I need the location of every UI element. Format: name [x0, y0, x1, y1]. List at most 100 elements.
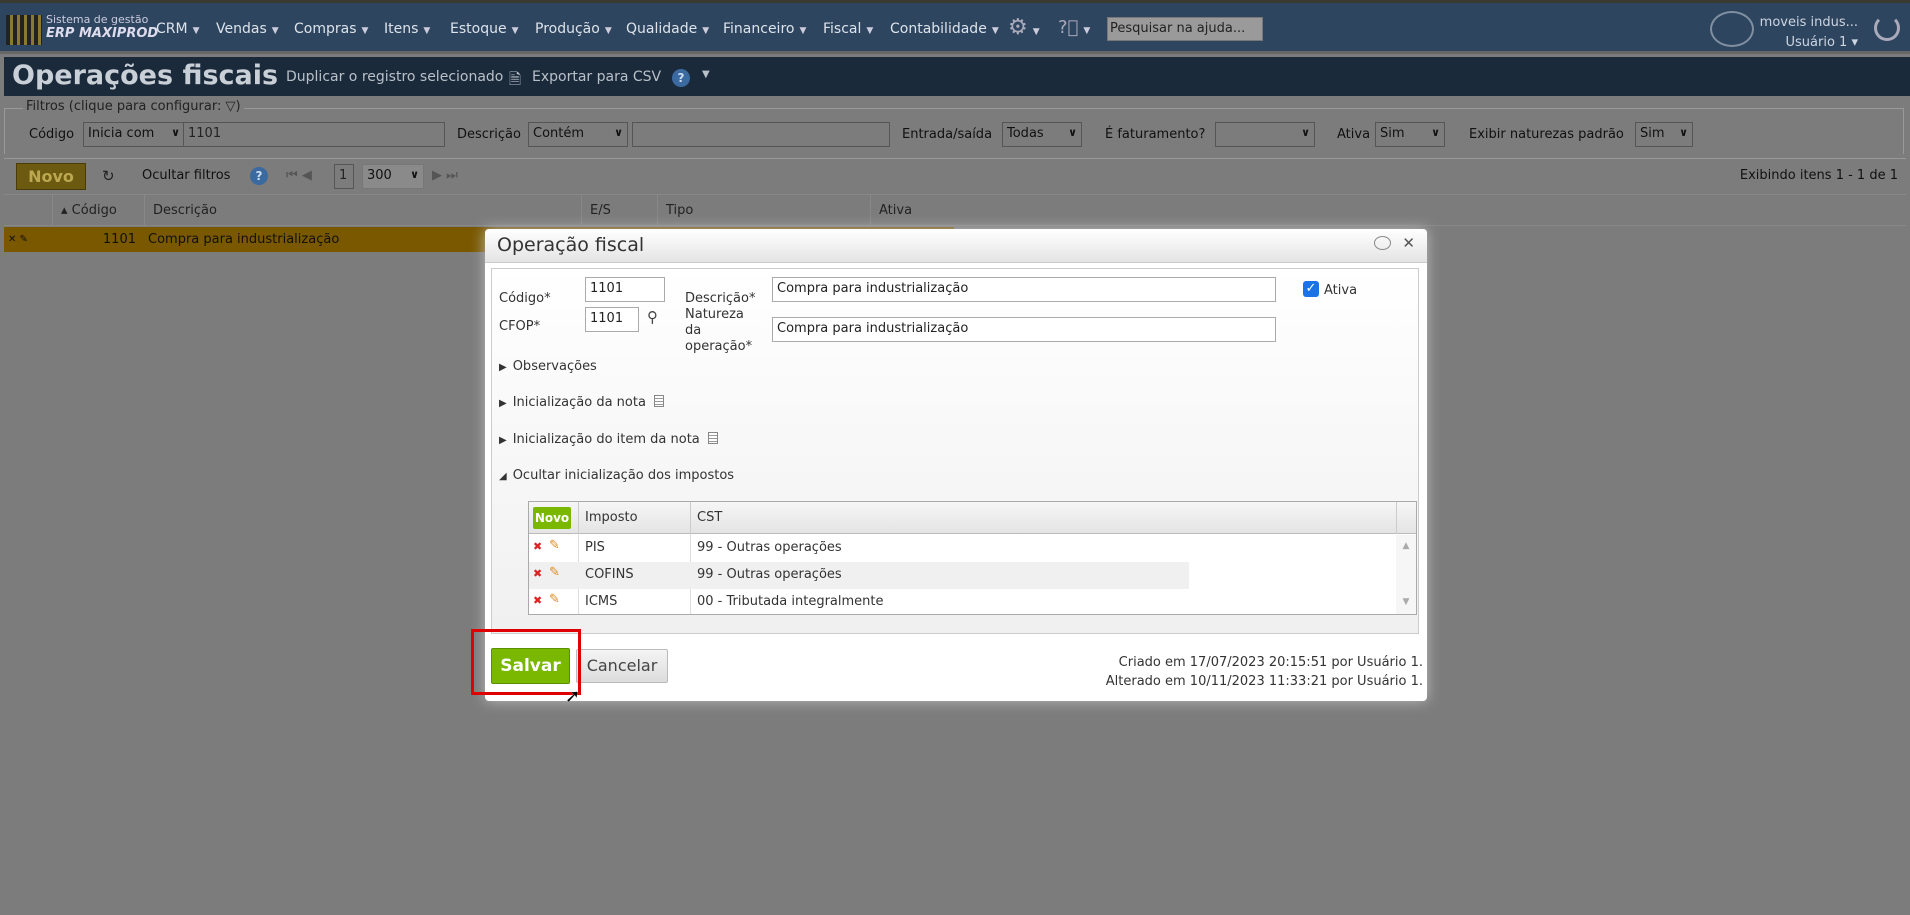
menu-vendas[interactable]: Vendas ▼	[216, 21, 279, 37]
caret-right-icon: ▶	[499, 362, 507, 373]
document-icon	[707, 432, 718, 444]
ativa-label: Ativa	[1324, 283, 1358, 298]
duplicate-link[interactable]: Duplicar o registro selecionado	[286, 69, 503, 85]
logo[interactable]: Sistema de gestão ERP MAXIPROD	[46, 13, 158, 41]
page-number-input[interactable]: 1	[334, 164, 354, 189]
menu-contabilidade[interactable]: Contabilidade ▼	[890, 21, 999, 37]
delete-icon[interactable]: ✖	[533, 594, 542, 607]
new-button[interactable]: Novo	[16, 163, 86, 190]
page-title: Operações fiscais	[12, 60, 279, 91]
column-tipo[interactable]: Tipo	[657, 195, 870, 226]
menu-crm[interactable]: CRM ▼	[156, 21, 200, 37]
caret-down-icon: ◢	[499, 471, 507, 482]
operacao-fiscal-dialog: Operação fiscal ✕ Código* 1101 Descrição…	[485, 229, 1427, 701]
dialog-form: Código* 1101 Descrição* Compra para indu…	[491, 268, 1419, 634]
descricao-label: Descrição*	[685, 291, 756, 306]
chat-icon[interactable]	[1710, 11, 1754, 47]
edit-pencil-icon[interactable]: ✎	[549, 538, 560, 553]
edit-pencil-icon[interactable]: ✎	[549, 592, 560, 607]
row-codigo: 1101	[102, 232, 136, 247]
menu-estoque[interactable]: Estoque ▼	[450, 21, 519, 37]
search-icon[interactable]: ⚲	[647, 308, 658, 326]
filter-ativa-select[interactable]: Sim	[1375, 122, 1445, 147]
refresh-icon[interactable]: ↻	[102, 167, 115, 185]
hide-filters-button[interactable]: Ocultar filtros	[142, 168, 230, 183]
pager-first-prev-icons[interactable]: ⏮ ◀	[286, 168, 312, 183]
pager-next-last-icons[interactable]: ▶ ⏭	[432, 168, 458, 183]
filter-faturamento-label: É faturamento?	[1105, 127, 1206, 142]
section-impostos[interactable]: ◢ Ocultar inicialização dos impostos	[499, 468, 734, 483]
caret-right-icon: ▶	[499, 398, 507, 409]
filter-icon[interactable]: ▽	[225, 99, 235, 114]
export-csv-link[interactable]: Exportar para CSV	[532, 69, 661, 85]
cancel-button[interactable]: Cancelar	[576, 649, 668, 683]
document-icon	[653, 395, 664, 407]
help-search-input[interactable]: Pesquisar na ajuda...	[1107, 17, 1263, 41]
filter-padrao-select[interactable]: Sim	[1635, 122, 1693, 147]
page-size-select[interactable]: 300	[362, 164, 424, 189]
filter-codigo-input[interactable]: 1101	[183, 122, 445, 147]
filter-ativa-label: Ativa	[1337, 127, 1371, 142]
edit-pencil-icon[interactable]: ✎	[549, 565, 560, 580]
menu-fiscal[interactable]: Fiscal ▼	[823, 21, 873, 37]
dialog-title: Operação fiscal	[497, 234, 645, 256]
cfop-field[interactable]: 1101	[585, 307, 639, 332]
chevron-down-icon[interactable]: ▼	[702, 69, 710, 80]
csv-icon: 🗎	[509, 70, 522, 88]
menu-producao[interactable]: Produção ▼	[535, 21, 612, 37]
delete-icon[interactable]: ✖	[533, 540, 542, 553]
delete-icon[interactable]: ✖	[533, 567, 542, 580]
menu-financeiro[interactable]: Financeiro ▼	[723, 21, 806, 37]
codigo-label: Código*	[499, 291, 551, 306]
help-icon[interactable]: ?⃝ ▼	[1058, 17, 1090, 38]
grid-toolbar: Novo ↻ Ocultar filtros ? ⏮ ◀ 1 300 ▶ ⏭ E…	[4, 158, 1906, 194]
page-header: Operações fiscais Duplicar o registro se…	[4, 57, 1910, 96]
user-menu[interactable]: moveis indus... Usuário 1 ▾	[1760, 13, 1858, 53]
power-icon[interactable]	[1874, 15, 1900, 41]
column-codigo[interactable]: ▴ Código	[52, 195, 144, 226]
column-descricao[interactable]: Descrição	[144, 195, 581, 226]
column-cst[interactable]: CST	[697, 510, 722, 525]
caret-right-icon: ▶	[499, 435, 507, 446]
menu-itens[interactable]: Itens ▼	[384, 21, 430, 37]
section-inicializacao-nota[interactable]: ▶ Inicialização da nota	[499, 395, 664, 410]
filter-descricao-operator[interactable]: Contém	[528, 122, 628, 147]
filter-descricao-label: Descrição	[457, 127, 521, 142]
filter-faturamento-select[interactable]	[1215, 122, 1315, 147]
table-row[interactable]: ✖ ✎ ICMS 00 - Tributada integralmente	[529, 589, 1396, 616]
codigo-field[interactable]: 1101	[585, 277, 665, 302]
natureza-field[interactable]: Compra para industrialização	[772, 317, 1276, 342]
cfop-label: CFOP*	[499, 319, 541, 334]
column-es[interactable]: E/S	[581, 195, 657, 226]
delete-icon[interactable]: ✕ ✎	[8, 227, 28, 252]
mouse-cursor-icon: ➚	[565, 686, 581, 707]
menu-qualidade[interactable]: Qualidade ▼	[626, 21, 709, 37]
help-icon[interactable]: ?	[672, 69, 690, 87]
filters-legend[interactable]: Filtros (clique para configurar: ▽)	[23, 99, 244, 114]
gear-icon[interactable]: ⚙ ▼	[1008, 15, 1040, 40]
table-row[interactable]: ✖ ✎ COFINS 99 - Outras operações	[529, 562, 1189, 589]
filter-es-label: Entrada/saída	[902, 127, 993, 142]
natureza-label: Natureza da operação*	[685, 307, 753, 354]
filter-es-select[interactable]: Todas	[1002, 122, 1082, 147]
filter-descricao-input[interactable]	[632, 122, 890, 147]
section-observacoes[interactable]: ▶ Observações	[499, 359, 597, 374]
scrollbar[interactable]: ▲ ▼	[1396, 535, 1416, 614]
filter-padrao-label: Exibir naturezas padrão	[1469, 127, 1624, 142]
menu-compras[interactable]: Compras ▼	[294, 21, 368, 37]
section-inicializacao-item[interactable]: ▶ Inicialização do item da nota	[499, 432, 718, 447]
help-icon[interactable]: ?	[250, 167, 268, 185]
comment-icon[interactable]	[1374, 236, 1391, 250]
filter-codigo-operator[interactable]: Inicia com	[83, 122, 185, 147]
grid-header: ▴ Código Descrição E/S Tipo Ativa	[4, 194, 1906, 226]
descricao-field[interactable]: Compra para industrialização	[772, 277, 1276, 302]
tax-table-header: Novo Imposto CST	[529, 502, 1416, 534]
column-imposto[interactable]: Imposto	[585, 510, 638, 525]
table-row[interactable]: ✖ ✎ PIS 99 - Outras operações	[529, 535, 1396, 562]
logo-icon	[6, 15, 42, 45]
items-count: Exibindo itens 1 - 1 de 1	[1739, 168, 1898, 183]
column-ativa[interactable]: Ativa	[870, 195, 1870, 226]
new-tax-button[interactable]: Novo	[533, 507, 571, 529]
close-icon[interactable]: ✕	[1402, 234, 1415, 252]
ativa-checkbox[interactable]: ✓	[1303, 281, 1319, 297]
